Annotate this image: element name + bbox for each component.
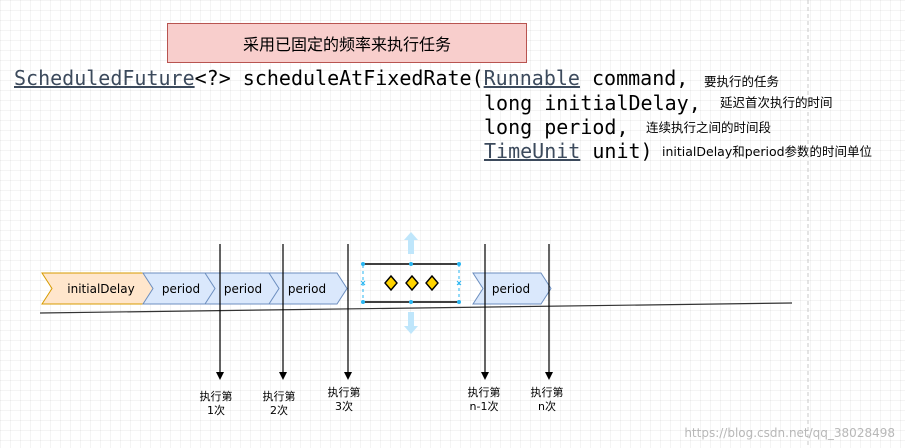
segment-label: initialDelay: [67, 282, 134, 296]
execution-label-n: 执行第 n次: [531, 385, 564, 413]
svg-text:执行第: 执行第: [328, 385, 361, 399]
diagram-canvas: 采用已固定的频率来执行任务 ScheduledFuture<?> schedul…: [0, 0, 905, 448]
segment-label: period: [492, 282, 530, 296]
watermark: https://blog.csdn.net/qq_38028498: [684, 426, 895, 440]
svg-text:2次: 2次: [270, 403, 288, 417]
selected-ellipsis-shape[interactable]: [360, 232, 462, 334]
svg-text:执行第: 执行第: [531, 385, 564, 399]
execution-label-3: 执行第 3次: [328, 385, 361, 413]
segment-initial-delay[interactable]: initialDelay: [41, 272, 161, 305]
segment-period-2[interactable]: period: [204, 272, 284, 305]
svg-text:执行第: 执行第: [263, 389, 296, 403]
resize-arrow-up-icon[interactable]: [404, 232, 418, 254]
segment-label: period: [288, 282, 326, 296]
resize-arrow-down-icon[interactable]: [404, 312, 418, 334]
svg-text:执行第: 执行第: [468, 385, 501, 399]
execution-label-1: 执行第 1次: [200, 389, 233, 417]
svg-text:n-1次: n-1次: [470, 399, 499, 413]
ellipsis-diamond-icon: [384, 274, 439, 292]
svg-text:n次: n次: [538, 399, 556, 413]
segment-period-3[interactable]: period: [268, 272, 348, 305]
execution-label-2: 执行第 2次: [263, 389, 296, 417]
timeline-diagram: initialDelay period period period period: [39, 0, 809, 448]
execution-label-n-minus-1: 执行第 n-1次: [468, 385, 501, 413]
svg-text:执行第: 执行第: [200, 389, 233, 403]
segment-label: period: [224, 282, 262, 296]
segment-label: period: [162, 282, 200, 296]
svg-text:3次: 3次: [335, 399, 353, 413]
svg-text:1次: 1次: [207, 403, 225, 417]
